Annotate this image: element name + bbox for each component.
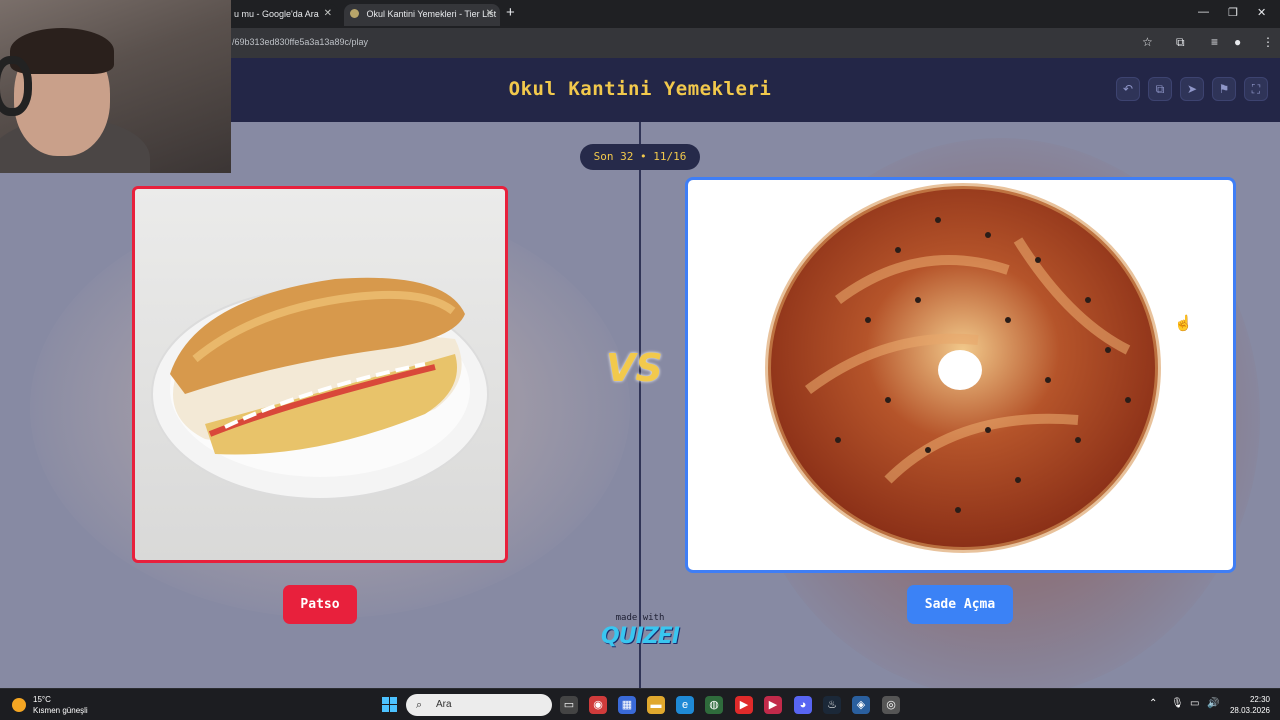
round-progress-badge: Son 32 • 11/16 [580,144,700,170]
partly-sunny-icon [12,698,26,712]
obs-icon[interactable]: ◎ [882,696,900,714]
chrome-icon[interactable]: ◍ [705,696,723,714]
search-placeholder: Ara [436,699,452,710]
tab-label: Okul Kantini Yemekleri - Tier List [366,9,497,19]
file-explorer-icon[interactable]: ▬ [647,696,665,714]
discord-icon[interactable]: ◕ [794,696,812,714]
windows-taskbar: 15°C Kısmen güneşli ⌕ Ara ▭ ◉ ▦ ▬ e ◍ ▶ … [0,688,1280,720]
webcam-overlay [0,0,231,173]
undo-button[interactable]: ↶ [1116,77,1140,101]
restore-button[interactable]: ❐ [1228,6,1238,19]
clock-date: 28.03.2026 [1229,706,1270,715]
vs-badge: VS [606,346,663,390]
tab-quiz[interactable]: Okul Kantini Yemekleri - Tier List ✕ [344,4,500,26]
profile-icon[interactable]: ● [1234,35,1241,49]
taskbar-search[interactable]: ⌕ Ara [406,694,552,716]
game-launcher-icon[interactable]: ◈ [852,696,870,714]
url-text[interactable]: /69b313ed830ffe5a3a13a89c/play [232,37,368,47]
report-button[interactable]: ⚑ [1212,77,1236,101]
media-controls-icon[interactable]: ≡ [1211,35,1218,49]
left-option-card[interactable] [132,186,508,563]
microphone-icon[interactable]: 🎙 [1171,698,1184,709]
tray-chevron-up-icon[interactable]: ⌃ [1149,698,1157,709]
flag-icon: ⚑ [1218,82,1230,96]
tab-label: u mu - Google'da Ara [234,9,319,19]
favicon-icon [350,9,359,18]
copy-icon: ⧉ [1155,82,1165,96]
menu-icon[interactable]: ⋮ [1262,35,1274,49]
minimize-button[interactable]: — [1198,6,1209,18]
close-tab-icon[interactable]: ✕ [486,4,494,24]
tab-google-search[interactable]: u mu - Google'da Ara ✕ [228,4,338,26]
acma-image [765,183,1161,553]
windows-logo-icon [382,697,389,704]
start-button[interactable] [382,697,397,712]
extensions-icon[interactable]: ⧉ [1176,35,1185,50]
steam-icon[interactable]: ♨ [823,696,841,714]
edge-icon[interactable]: e [676,696,694,714]
close-tab-icon[interactable]: ✕ [324,4,332,24]
mouse-cursor-icon: ☝ [1174,315,1193,332]
bookmark-star-icon[interactable]: ☆ [1142,35,1153,49]
fullscreen-button[interactable]: ⛶ [1244,77,1268,101]
search-icon: ⌕ [416,699,423,711]
headphones-icon [0,56,32,116]
weather-desc: Kısmen güneşli [33,706,88,715]
copy-button[interactable]: ⧉ [1148,77,1172,101]
network-icon[interactable]: ▭ [1190,698,1199,709]
close-window-button[interactable]: ✕ [1257,6,1266,19]
patso-image [151,277,489,500]
weather-temp: 15°C [33,695,51,704]
store-icon[interactable]: ▦ [618,696,636,714]
made-with-label: made with [615,613,665,623]
clock-time: 22:30 [1249,695,1270,704]
undo-icon: ↶ [1122,82,1134,96]
quizei-logo[interactable]: QUIZEI [0,624,1280,649]
media-player-icon[interactable]: ▶ [764,696,782,714]
send-icon: ➤ [1186,82,1198,96]
system-clock[interactable]: 22:30 28.03.2026 [1230,694,1270,716]
share-button[interactable]: ➤ [1180,77,1204,101]
fullscreen-icon: ⛶ [1251,82,1261,96]
app-red-icon[interactable]: ◉ [589,696,607,714]
new-tab-button[interactable]: + [506,5,515,21]
task-view-icon[interactable]: ▭ [560,696,578,714]
volume-icon[interactable]: 🔊 [1207,698,1219,709]
youtube-icon[interactable]: ▶ [735,696,753,714]
right-option-card[interactable] [685,177,1236,573]
